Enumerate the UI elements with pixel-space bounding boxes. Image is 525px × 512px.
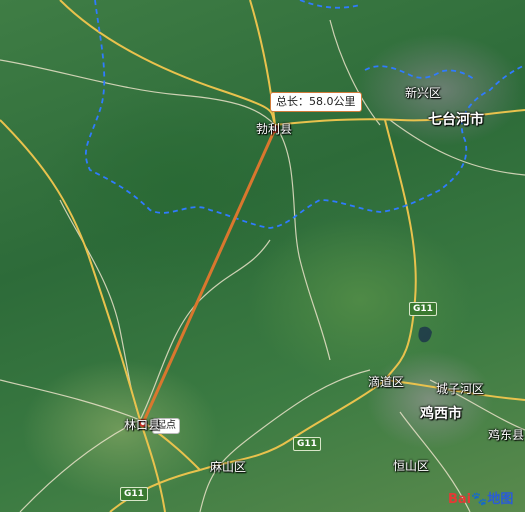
place-label-chengzihe[interactable]: 城子河区 <box>436 380 484 397</box>
baidu-map-logo[interactable]: Bai🐾地图 <box>448 488 513 507</box>
place-label-xinxing[interactable]: 新兴区 <box>405 84 441 101</box>
logo-text-ditu: 地图 <box>487 492 514 507</box>
distance-text: 总长：58.0公里 <box>276 95 356 108</box>
paw-icon: 🐾 <box>471 492 488 507</box>
road-shield-g11: G11 <box>120 487 148 501</box>
place-label-qitaihe[interactable]: 七台河市 <box>428 109 484 129</box>
place-label-jidong[interactable]: 鸡东县 <box>488 426 524 443</box>
road-shield-g11: G11 <box>409 302 437 316</box>
place-label-boli[interactable]: 勃利县 <box>256 120 292 137</box>
map-base-layer <box>0 0 525 512</box>
minor-roads <box>0 19 525 512</box>
road-shield-g11: G11 <box>293 437 321 451</box>
place-label-hengshan[interactable]: 恒山区 <box>393 457 429 474</box>
place-label-didao[interactable]: 滴道区 <box>368 373 404 390</box>
place-label-jixi[interactable]: 鸡西市 <box>420 403 462 423</box>
distance-tooltip: 总长：58.0公里 <box>270 92 362 112</box>
logo-text-bai: Bai <box>448 492 472 507</box>
route-line <box>141 127 277 425</box>
place-label-linkou[interactable]: 林口县 <box>124 416 160 433</box>
satellite-map[interactable]: 总长：58.0公里 起点 勃利县 林口县 新兴区 七台河市 滴道区 城子河区 鸡… <box>0 0 525 512</box>
place-label-mashan[interactable]: 麻山区 <box>210 458 246 475</box>
lake <box>418 326 432 343</box>
